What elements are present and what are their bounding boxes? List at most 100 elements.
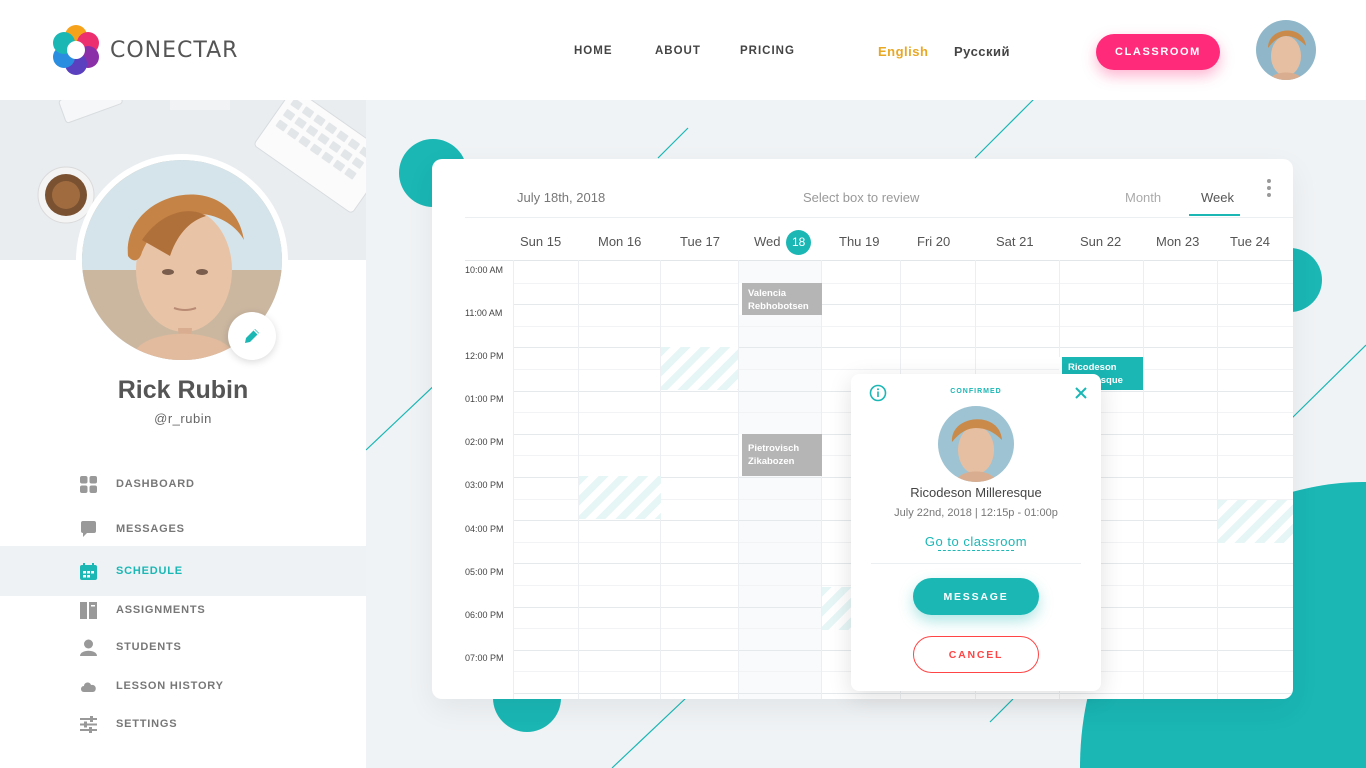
logo-text: CONECTAR (110, 37, 239, 63)
event-detail-popup: CONFIRMED Ricodeson Milleresque July 22n… (851, 374, 1101, 691)
event-line: Pietrovisch (748, 443, 800, 454)
flower-logo-icon (53, 25, 99, 75)
unavailable-slot[interactable] (1218, 500, 1293, 543)
sidebar-item-students[interactable]: STUDENTS (0, 629, 366, 665)
event-line: Zikabozen (748, 456, 795, 467)
link-underline (938, 550, 1014, 551)
sidebar-item-assignments[interactable]: ASSIGNMENTS (0, 592, 366, 628)
cancel-button[interactable]: CANCEL (913, 636, 1039, 673)
grid-icon (80, 475, 97, 493)
more-options-icon[interactable] (1266, 179, 1272, 199)
lang-english[interactable]: English (878, 44, 928, 59)
time-label: 12:00 PM (465, 351, 504, 361)
grid-column-line (821, 260, 822, 699)
day-header: Fri 20 (917, 234, 951, 249)
sidebar-item-lesson-history[interactable]: LESSON HISTORY (0, 668, 366, 704)
current-date-label: July 18th, 2018 (517, 190, 606, 205)
day-header-label: Wed (754, 233, 781, 249)
edit-profile-button[interactable] (228, 312, 276, 360)
day-header: Sun 15 (520, 234, 562, 249)
student-portrait-icon (938, 406, 1014, 482)
sidebar-item-dashboard[interactable]: DASHBOARD (0, 466, 366, 502)
sliders-icon (80, 715, 97, 733)
top-header: CONECTAR HOME ABOUT PRICING English Русс… (0, 0, 1366, 100)
grid-row-line (513, 304, 1293, 306)
calendar-icon (80, 562, 97, 580)
time-label: 06:00 PM (465, 610, 504, 620)
sidebar-item-messages[interactable]: MESSAGES (0, 511, 366, 547)
grid-top-rule (465, 260, 1293, 261)
day-header: Sun 22 (1080, 234, 1122, 249)
student-avatar (938, 406, 1014, 482)
today-badge: 18 (786, 230, 812, 255)
time-label: 07:00 PM (465, 653, 504, 663)
sidebar-item-settings[interactable]: SETTINGS (0, 706, 366, 742)
user-avatar[interactable] (1256, 20, 1316, 80)
event-line: Rebhobotsen (748, 301, 809, 312)
time-label: 10:00 AM (465, 265, 504, 275)
time-label: 04:00 PM (465, 524, 504, 534)
lang-russian[interactable]: Русский (954, 44, 1010, 59)
tab-month[interactable]: Month (1125, 190, 1161, 205)
divider (465, 217, 1293, 218)
grid-row-line (513, 325, 1293, 327)
sidebar-item-label: LESSON HISTORY (116, 680, 224, 692)
sidebar-item-label: MESSAGES (116, 523, 185, 535)
day-header: Thu 19 (839, 234, 880, 249)
sidebar-item-label: SCHEDULE (116, 565, 183, 577)
profile-name: Rick Rubin (117, 376, 249, 404)
book-icon (80, 601, 97, 619)
grid-row-line (513, 347, 1293, 349)
calendar-event[interactable]: Valencia Rebhobotsen (739, 283, 822, 315)
chat-bubble-icon (81, 520, 96, 537)
day-header: Mon 16 (598, 234, 642, 249)
nav-about[interactable]: ABOUT (655, 45, 701, 57)
tab-week[interactable]: Week (1201, 190, 1234, 205)
nav-pricing[interactable]: PRICING (740, 45, 795, 57)
day-header: Tue 24 (1230, 234, 1270, 249)
time-label: 01:00 PM (465, 394, 504, 404)
day-header: Sat 21 (996, 234, 1034, 249)
grid-row-line (513, 693, 1293, 694)
student-name: Ricodeson Milleresque (910, 485, 1042, 500)
cloud-icon (81, 681, 96, 692)
status-badge: CONFIRMED (950, 388, 1002, 395)
profile-handle: @r_rubin (154, 411, 212, 426)
event-line: Valencia (748, 288, 787, 299)
grid-column-line (1217, 260, 1218, 699)
unavailable-slot[interactable] (822, 587, 852, 630)
sidebar: Rick Rubin @r_rubin DASHBOARD MESSAGES S… (0, 100, 366, 768)
nav-home[interactable]: HOME (574, 45, 613, 57)
sidebar-item-schedule[interactable]: SCHEDULE (0, 546, 366, 596)
time-label: 11:00 AM (465, 308, 503, 318)
grid-row-line (513, 282, 1293, 284)
event-line: Ricodeson (1068, 362, 1117, 373)
unavailable-slot[interactable] (579, 476, 661, 519)
grid-column-line (738, 260, 739, 699)
divider (871, 563, 1081, 564)
calendar-event[interactable]: Pietrovisch Zikabozen (739, 434, 822, 476)
time-label: 03:00 PM (465, 480, 504, 490)
close-icon[interactable] (1074, 386, 1088, 400)
grid-row-line (513, 369, 1293, 370)
classroom-button[interactable]: CLASSROOM (1096, 34, 1220, 70)
session-time: July 22nd, 2018 | 12:15p - 01:00p (894, 507, 1058, 519)
grid-column-line (1143, 260, 1144, 699)
day-header: Tue 17 (680, 234, 720, 249)
sidebar-item-label: STUDENTS (116, 641, 182, 653)
grid-column-line (513, 260, 514, 699)
unavailable-slot[interactable] (661, 347, 738, 390)
calendar-hint: Select box to review (803, 190, 920, 205)
avatar-photo-icon (1256, 20, 1316, 80)
sidebar-item-label: DASHBOARD (116, 478, 195, 490)
pencil-icon (245, 329, 259, 343)
user-icon (80, 639, 97, 656)
time-label: 05:00 PM (465, 567, 504, 577)
day-header-today: Wed 18 (754, 230, 812, 255)
sidebar-item-label: ASSIGNMENTS (116, 604, 206, 616)
day-header: Mon 23 (1156, 234, 1200, 249)
logo[interactable]: CONECTAR (50, 24, 238, 76)
sidebar-item-label: SETTINGS (116, 718, 178, 730)
go-to-classroom-link[interactable]: Go to classroom (851, 534, 1101, 549)
message-button[interactable]: MESSAGE (913, 578, 1039, 615)
